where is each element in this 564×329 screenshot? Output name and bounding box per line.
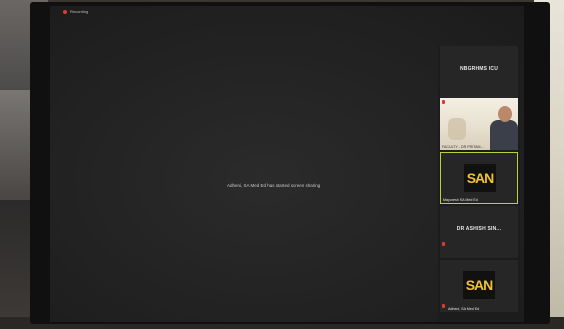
sa-med-ed-logo: SAN xyxy=(464,164,496,192)
video-background-object xyxy=(448,118,466,140)
participant-tile-active[interactable]: SAN Mayuresh SA Med Ed xyxy=(440,152,518,204)
participant-gallery: NBGRHMS ICU FACULTY - DR PRITAM... SAN M… xyxy=(438,46,520,322)
mic-muted-icon xyxy=(442,100,445,104)
mic-muted-icon xyxy=(442,242,445,246)
participant-tile[interactable]: SAN Adheni, SA Med Ed xyxy=(440,260,518,312)
participant-caption: Adheni, SA Med Ed xyxy=(448,307,480,311)
room-light-patch xyxy=(0,90,30,200)
screen-share-notice: Adheni, SA Med Ed has started screen sha… xyxy=(227,183,321,188)
participant-tile-video[interactable]: FACULTY - DR PRITAM... xyxy=(440,98,518,150)
participant-tile[interactable]: NBGRHMS ICU xyxy=(440,46,518,98)
video-person-head xyxy=(498,106,512,122)
recording-indicator[interactable]: Recording xyxy=(63,9,88,14)
recording-dot-icon xyxy=(63,9,67,14)
mic-muted-icon xyxy=(442,304,445,308)
participant-name: DR ASHISH SIN... xyxy=(456,226,502,232)
recording-label: Recording xyxy=(70,9,89,14)
participant-caption: FACULTY - DR PRITAM... xyxy=(442,145,484,149)
participant-tile[interactable]: DR ASHISH SIN... xyxy=(440,206,518,258)
video-person-body xyxy=(490,120,518,150)
logo-text: SAN xyxy=(465,277,494,293)
sa-med-ed-logo: SAN xyxy=(463,271,495,299)
logo-text: SAN xyxy=(466,170,495,186)
participant-name: NBGRHMS ICU xyxy=(459,66,499,72)
participant-caption: Mayuresh SA Med Ed xyxy=(443,198,478,202)
